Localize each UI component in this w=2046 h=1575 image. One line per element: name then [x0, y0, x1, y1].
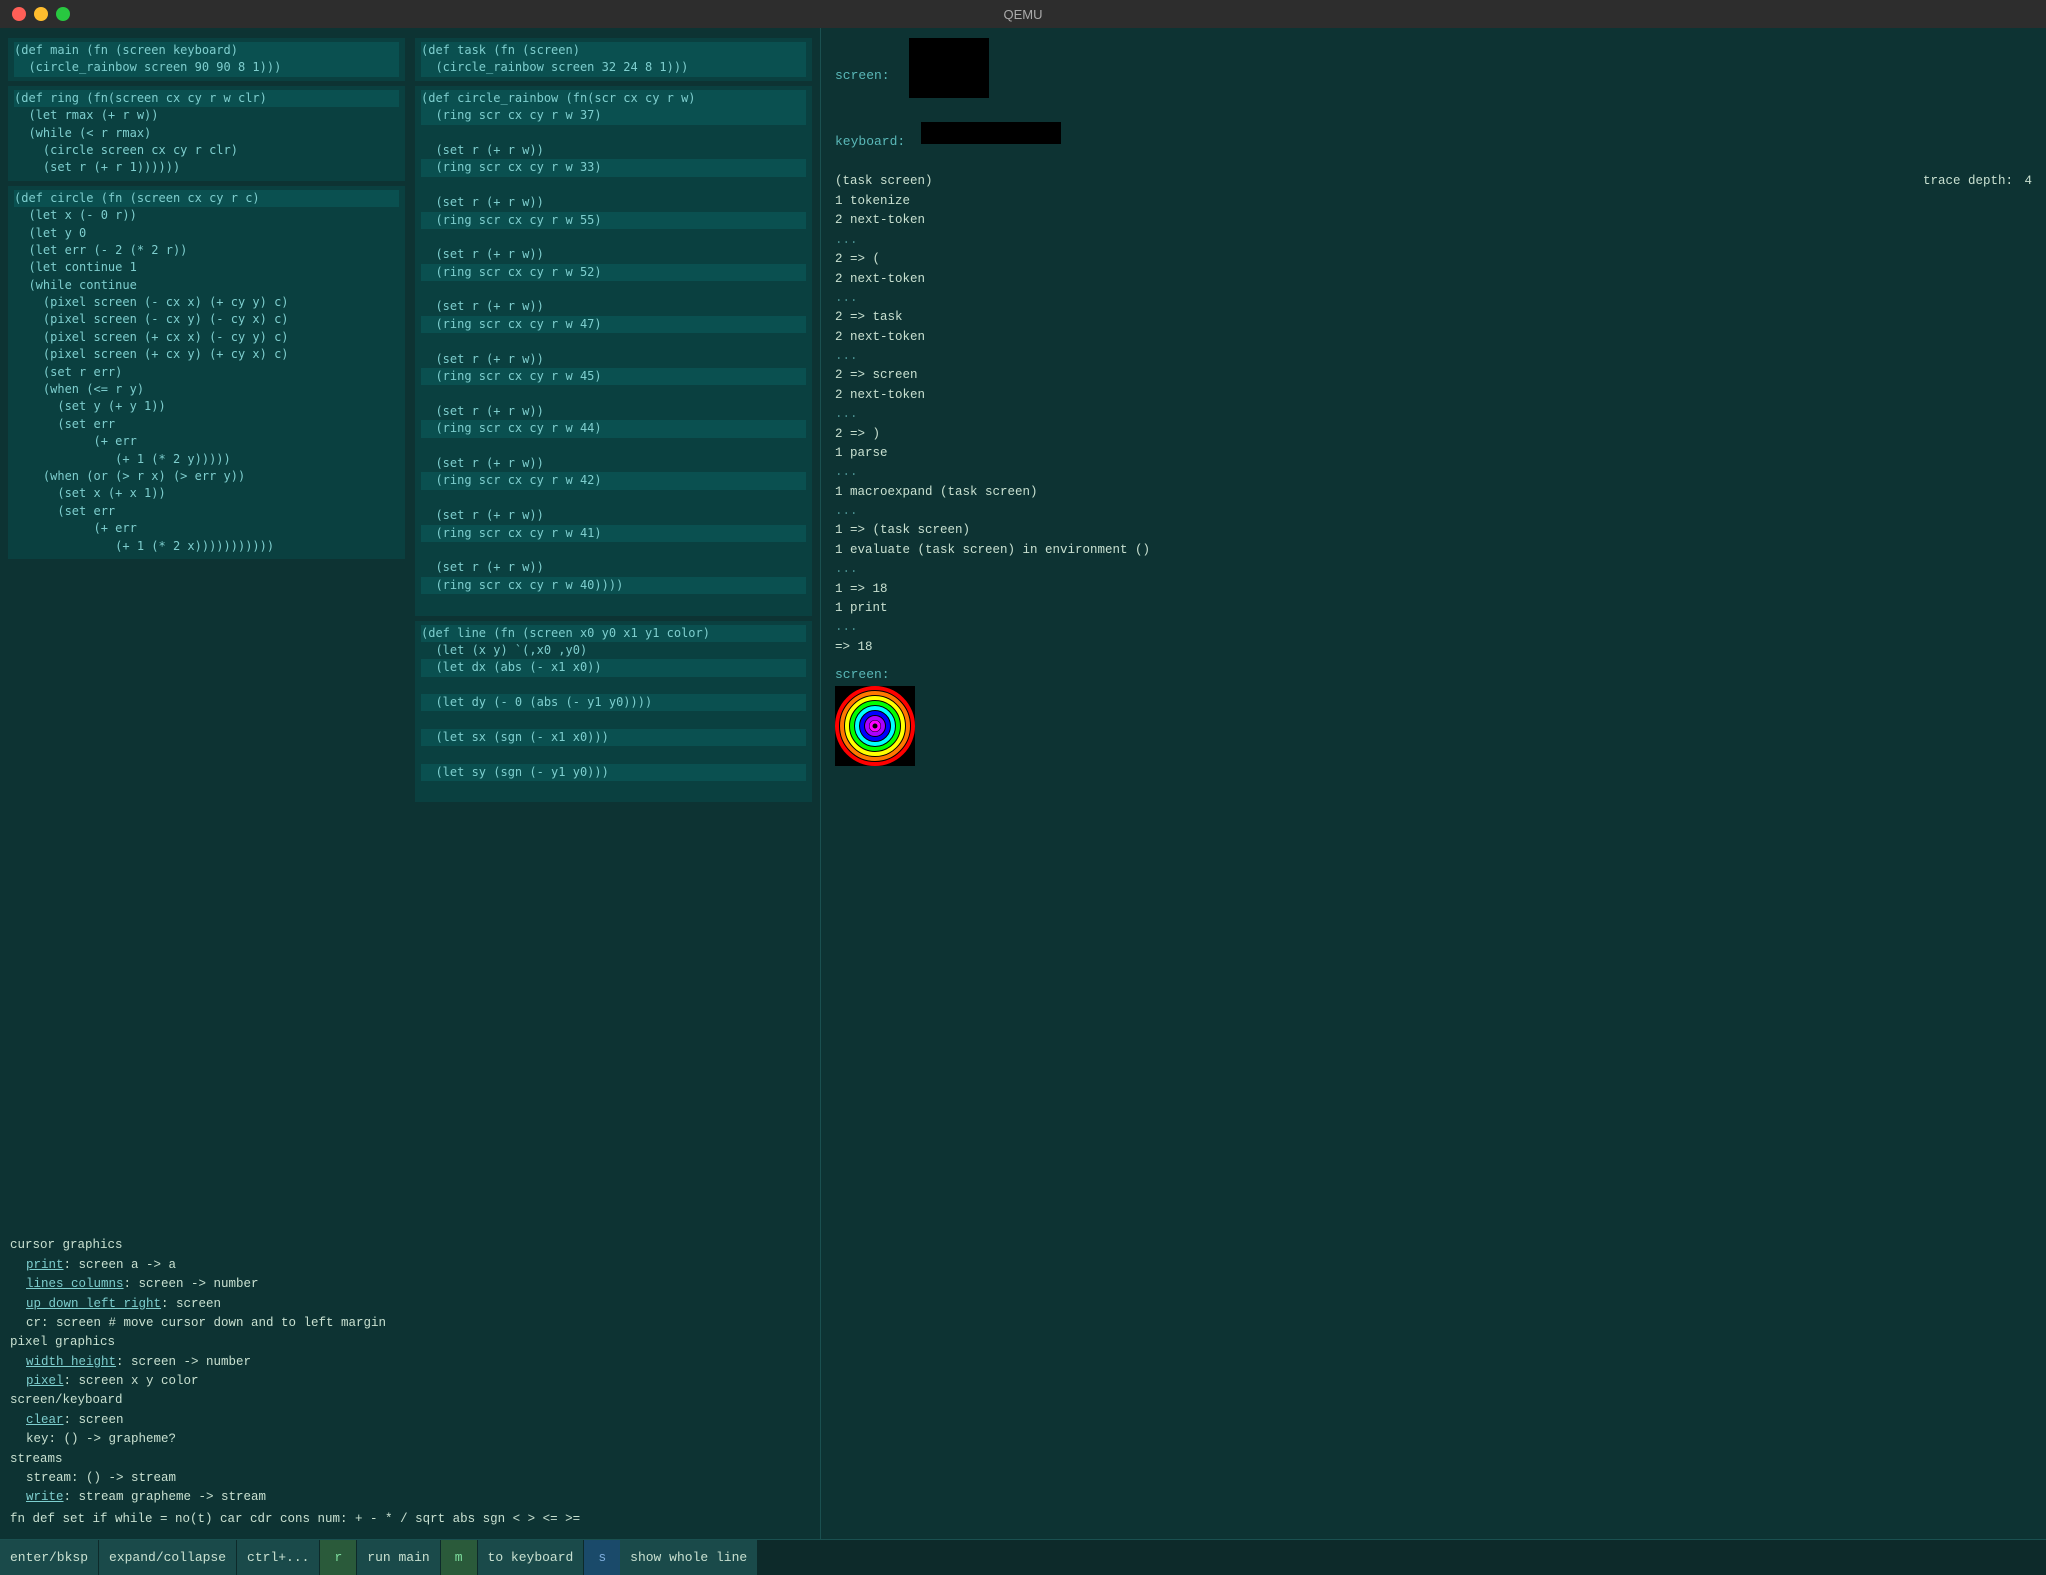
screen-bottom-section: screen:: [835, 667, 2032, 770]
window-controls: [12, 7, 70, 21]
right-panel: screen: keyboard: (task screen) trace de…: [820, 28, 2046, 1539]
trace-ellipsis-7: ...: [835, 560, 2032, 579]
trace-item-8: 2 next-token: [835, 386, 2032, 405]
close-button[interactable]: [12, 7, 26, 21]
window-title: QEMU: [1004, 7, 1043, 22]
ref-lines-cols: lines columns: screen -> number: [10, 1275, 810, 1294]
ref-write: write: stream grapheme -> stream: [10, 1488, 810, 1507]
trace-item-6: 2 next-token: [835, 328, 2032, 347]
screen-bottom-label: screen:: [835, 667, 890, 682]
ref-print: print: screen a -> a: [10, 1256, 810, 1275]
ref-key: key: () -> grapheme?: [10, 1430, 810, 1449]
trace-item-13: 1 evaluate (task screen) in environment …: [835, 541, 2032, 560]
minimize-button[interactable]: [34, 7, 48, 21]
ref-stream: stream: () -> stream: [10, 1469, 810, 1488]
trace-item-4: 2 next-token: [835, 270, 2032, 289]
s-button[interactable]: s: [584, 1540, 620, 1575]
ctrl-button[interactable]: ctrl+...: [237, 1540, 320, 1575]
reference-section: cursor graphics print: screen a -> a lin…: [8, 1232, 812, 1529]
trace-item-9: 2 => ): [835, 425, 2032, 444]
trace-item-2: 2 next-token: [835, 211, 2032, 230]
code-block-ring: (def ring (fn(screen cx cy r w clr) (let…: [8, 86, 405, 181]
code-columns: (def main (fn (screen keyboard) (circle_…: [8, 38, 812, 1232]
code-block-circle: (def circle (fn (screen cx cy r c) (let …: [8, 186, 405, 559]
show-whole-line-button[interactable]: show whole line: [620, 1540, 758, 1575]
trace-item-7: 2 => screen: [835, 366, 2032, 385]
ref-screen-kb-title: screen/keyboard: [10, 1391, 810, 1410]
trace-section: (task screen) trace depth: 4 1 tokenize …: [835, 174, 2032, 657]
trace-depth-value: 4: [2024, 174, 2032, 188]
ref-streams-title: streams: [10, 1450, 810, 1469]
ref-clear: clear: screen: [10, 1411, 810, 1430]
m-button[interactable]: m: [441, 1540, 478, 1575]
maximize-button[interactable]: [56, 7, 70, 21]
trace-item-11: 1 macroexpand (task screen): [835, 483, 2032, 502]
trace-header: (task screen) trace depth: 4: [835, 174, 2032, 188]
keyboard-section: keyboard:: [835, 122, 2032, 162]
trace-item-12: 1 => (task screen): [835, 521, 2032, 540]
trace-item-14: 1 => 18: [835, 580, 2032, 599]
trace-item-10: 1 parse: [835, 444, 2032, 463]
ref-updown: up down left right: screen: [10, 1295, 810, 1314]
trace-depth-container: trace depth: 4: [1923, 174, 2032, 188]
screen-bottom-label-row: screen:: [835, 667, 2032, 682]
screen-bottom-preview: [835, 686, 915, 766]
keyboard-preview: [921, 122, 1061, 144]
ref-bottom-line: fn def set if while = no(t) car cdr cons…: [10, 1510, 810, 1529]
trace-list: 1 tokenize 2 next-token ... 2 => ( 2 nex…: [835, 192, 2032, 657]
screen-top-preview: [909, 38, 989, 98]
screen-top-section: screen:: [835, 38, 2032, 114]
trace-item-5: 2 => task: [835, 308, 2032, 327]
trace-item-16: => 18: [835, 638, 2032, 657]
trace-ellipsis-6: ...: [835, 502, 2032, 521]
code-block-task: (def task (fn (screen) (circle_rainbow s…: [415, 38, 812, 81]
trace-ellipsis-3: ...: [835, 347, 2032, 366]
enter-bksp-button[interactable]: enter/bksp: [0, 1540, 99, 1575]
trace-ellipsis-2: ...: [835, 289, 2032, 308]
keyboard-label: keyboard:: [835, 134, 905, 149]
code-col-2: (def task (fn (screen) (circle_rainbow s…: [415, 38, 812, 1232]
main-content: (def main (fn (screen keyboard) (circle_…: [0, 28, 2046, 1539]
code-block-circle-rainbow: (def circle_rainbow (fn(scr cx cy r w) (…: [415, 86, 812, 616]
ref-wh: width height: screen -> number: [10, 1353, 810, 1372]
screen-top-label: screen:: [835, 68, 890, 83]
code-block-line: (def line (fn (screen x0 y0 x1 y1 color)…: [415, 621, 812, 803]
task-screen-label: (task screen): [835, 174, 933, 188]
code-col-1: (def main (fn (screen keyboard) (circle_…: [8, 38, 405, 1232]
toolbar: enter/bksp expand/collapse ctrl+... r ru…: [0, 1539, 2046, 1575]
code-block-main: (def main (fn (screen keyboard) (circle_…: [8, 38, 405, 81]
ref-cr: cr: screen # move cursor down and to lef…: [10, 1314, 810, 1333]
trace-item-15: 1 print: [835, 599, 2032, 618]
trace-item-1: 1 tokenize: [835, 192, 2032, 211]
trace-depth-label: trace depth:: [1923, 174, 2013, 188]
trace-ellipsis-4: ...: [835, 405, 2032, 424]
to-keyboard-button[interactable]: to keyboard: [478, 1540, 585, 1575]
ref-pixel-title: pixel graphics: [10, 1333, 810, 1352]
ref-pixel: pixel: screen x y color: [10, 1372, 810, 1391]
trace-ellipsis-8: ...: [835, 618, 2032, 637]
trace-item-3: 2 => (: [835, 250, 2032, 269]
r-button[interactable]: r: [320, 1540, 357, 1575]
trace-ellipsis-1: ...: [835, 231, 2032, 250]
ref-cursor-title: cursor graphics: [10, 1236, 810, 1255]
titlebar: QEMU: [0, 0, 2046, 28]
trace-ellipsis-5: ...: [835, 463, 2032, 482]
code-pane-left: (def main (fn (screen keyboard) (circle_…: [0, 28, 820, 1539]
run-main-button[interactable]: run main: [357, 1540, 440, 1575]
expand-collapse-button[interactable]: expand/collapse: [99, 1540, 237, 1575]
rainbow-ring-svg: [835, 686, 915, 766]
